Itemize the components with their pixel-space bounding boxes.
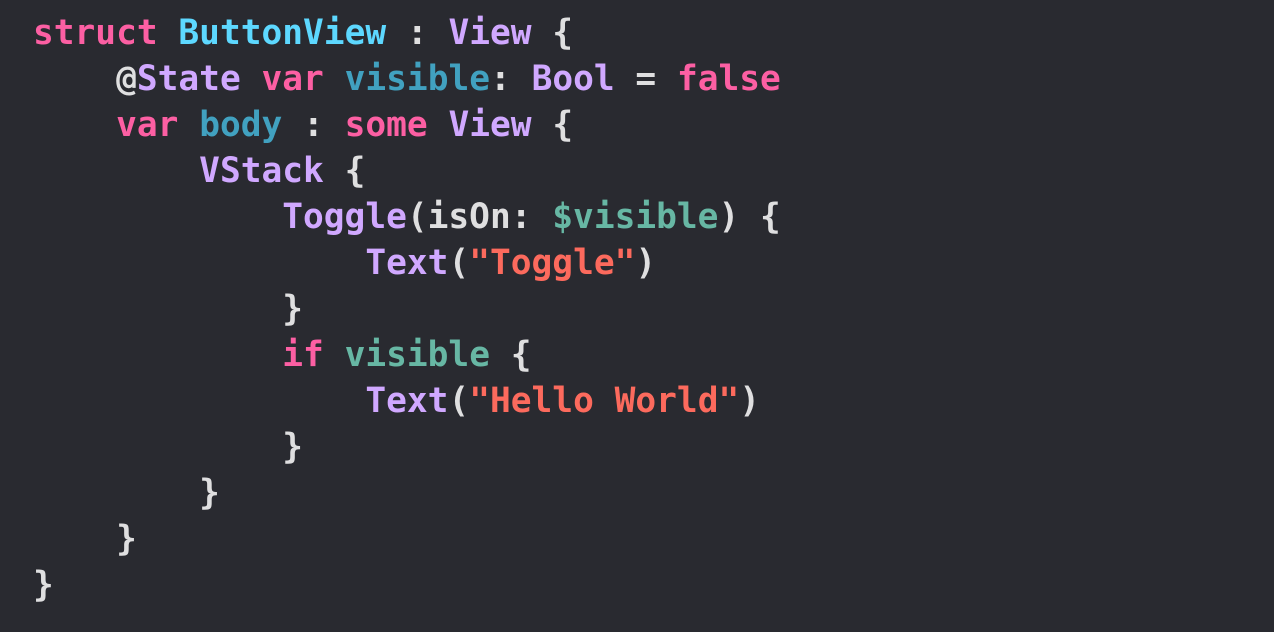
code-token-plain: { xyxy=(531,13,574,53)
code-token-plain: { xyxy=(323,151,366,191)
code-line-11: } xyxy=(33,473,220,513)
code-token-plain: ) xyxy=(635,243,657,283)
code-token-plain: : xyxy=(282,105,345,145)
code-line-3: var body : some View { xyxy=(33,105,573,145)
code-editor[interactable]: struct ButtonView : View { @State var vi… xyxy=(0,0,1274,632)
code-token-plain: ( xyxy=(448,381,470,421)
code-token-property: body xyxy=(199,105,283,145)
code-token-keyword: struct xyxy=(33,13,158,53)
code-line-1: struct ButtonView : View { xyxy=(33,13,573,53)
code-token-plain: ) { xyxy=(718,197,781,237)
code-token-plain: } xyxy=(282,289,304,329)
code-token-plain: @ xyxy=(116,59,137,99)
code-token-string: "Toggle" xyxy=(469,243,636,283)
code-token-type: Bool xyxy=(531,59,615,99)
code-line-2: @State var visible: Bool = false xyxy=(33,59,781,99)
code-line-8: if visible { xyxy=(33,335,532,375)
code-token-plain: } xyxy=(116,519,137,559)
code-token-plain: } xyxy=(199,473,220,513)
code-token-string: "Hello World" xyxy=(469,381,740,421)
code-token-plain: ) xyxy=(739,381,761,421)
code-token-plain: } xyxy=(282,427,304,467)
code-token-keyword: var xyxy=(116,105,179,145)
code-token-plain: : xyxy=(490,59,532,99)
code-token-plain: ( xyxy=(448,243,470,283)
code-token-keyword: some xyxy=(344,105,428,145)
code-line-5: Toggle(isOn: $visible) { xyxy=(33,197,781,237)
code-line-4: VStack { xyxy=(33,151,365,191)
code-token-plain: } xyxy=(33,565,54,605)
code-line-9: Text("Hello World") xyxy=(33,381,760,421)
code-token-plain: { xyxy=(531,105,574,145)
code-token-keyword: if xyxy=(282,335,324,375)
code-token-plain: : xyxy=(386,13,449,53)
code-token-type: Toggle xyxy=(282,197,407,237)
code-token-type: Text xyxy=(365,381,449,421)
code-token-declaration: ButtonView xyxy=(178,13,387,53)
code-token-property: visible xyxy=(344,59,491,99)
code-token-keyword: var xyxy=(261,59,324,99)
code-token-type: VStack xyxy=(199,151,324,191)
code-token-type: View xyxy=(448,105,532,145)
code-line-6: Text("Toggle") xyxy=(33,243,656,283)
code-line-10: } xyxy=(33,427,303,467)
code-token-plain: { xyxy=(489,335,532,375)
code-line-12: } xyxy=(33,519,137,559)
code-token-type: View xyxy=(448,13,532,53)
code-token-plain: (isOn: xyxy=(406,197,553,237)
code-line-7: } xyxy=(33,289,303,329)
code-token-variable: visible xyxy=(344,335,490,375)
code-line-13: } xyxy=(33,565,54,605)
code-token-keyword: false xyxy=(676,59,781,99)
code-token-type: Text xyxy=(365,243,449,283)
code-token-plain: = xyxy=(614,59,677,99)
code-token-variable: $visible xyxy=(552,197,719,237)
code-token-type: State xyxy=(136,59,241,99)
